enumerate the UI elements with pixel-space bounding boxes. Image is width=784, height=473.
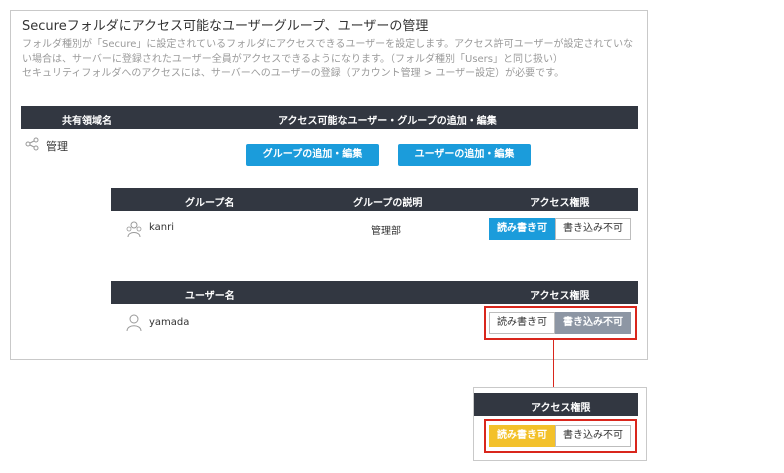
read-write-option[interactable]: 読み書き可	[489, 425, 555, 447]
header-user-name: ユーザー名	[185, 291, 235, 302]
group-icon	[126, 221, 142, 238]
no-write-option[interactable]: 書き込み不可	[555, 425, 631, 447]
detail-header-label: アクセス権限	[531, 403, 591, 414]
no-write-option[interactable]: 書き込み不可	[555, 218, 631, 240]
header-group-description: グループの説明	[353, 198, 423, 209]
user-access-toggle: 読み書き可 書き込み不可	[489, 312, 631, 334]
header-group-access: アクセス権限	[530, 198, 590, 209]
no-write-option[interactable]: 書き込み不可	[555, 312, 631, 334]
group-access-toggle: 読み書き可 書き込み不可	[489, 218, 631, 240]
group-table-header: グループ名 グループの説明 アクセス権限	[111, 188, 638, 211]
read-write-option[interactable]: 読み書き可	[489, 218, 555, 240]
user-icon	[126, 314, 142, 332]
description-line: い場合は、サーバーに登録されたユーザー全員がアクセスできるようになります。（フォ…	[22, 53, 564, 65]
page-title: Secureフォルダにアクセス可能なユーザーグループ、ユーザーの管理	[22, 19, 429, 34]
page-description: フォルダ種別が「Secure」に設定されているフォルダにアクセスできるユーザーを…	[22, 38, 642, 82]
group-description: 管理部	[371, 226, 401, 237]
header-group-name: グループ名	[185, 198, 235, 209]
detail-panel-header: アクセス権限	[474, 393, 638, 416]
share-icon	[25, 137, 39, 151]
group-name: kanri	[149, 222, 174, 233]
header-share-name: 共有領域名	[62, 116, 112, 127]
add-user-button[interactable]: ユーザーの追加・編集	[398, 144, 531, 166]
user-name: yamada	[149, 317, 190, 328]
share-table-header: 共有領域名 アクセス可能なユーザー・グループの追加・編集	[21, 106, 638, 129]
description-line: フォルダ種別が「Secure」に設定されているフォルダにアクセスできるユーザーを…	[22, 39, 634, 50]
description-line: セキュリティフォルダへのアクセスには、サーバーへのユーザーの登録（アカウント管理…	[22, 68, 565, 79]
header-user-access: アクセス権限	[530, 291, 590, 302]
detail-access-toggle: 読み書き可 書き込み不可	[489, 425, 631, 447]
read-write-option[interactable]: 読み書き可	[489, 312, 555, 334]
header-share-edit: アクセス可能なユーザー・グループの追加・編集	[278, 116, 497, 127]
share-name: 管理	[46, 140, 68, 153]
add-group-button[interactable]: グループの追加・編集	[246, 144, 379, 166]
user-table-header: ユーザー名 アクセス権限	[111, 281, 638, 304]
